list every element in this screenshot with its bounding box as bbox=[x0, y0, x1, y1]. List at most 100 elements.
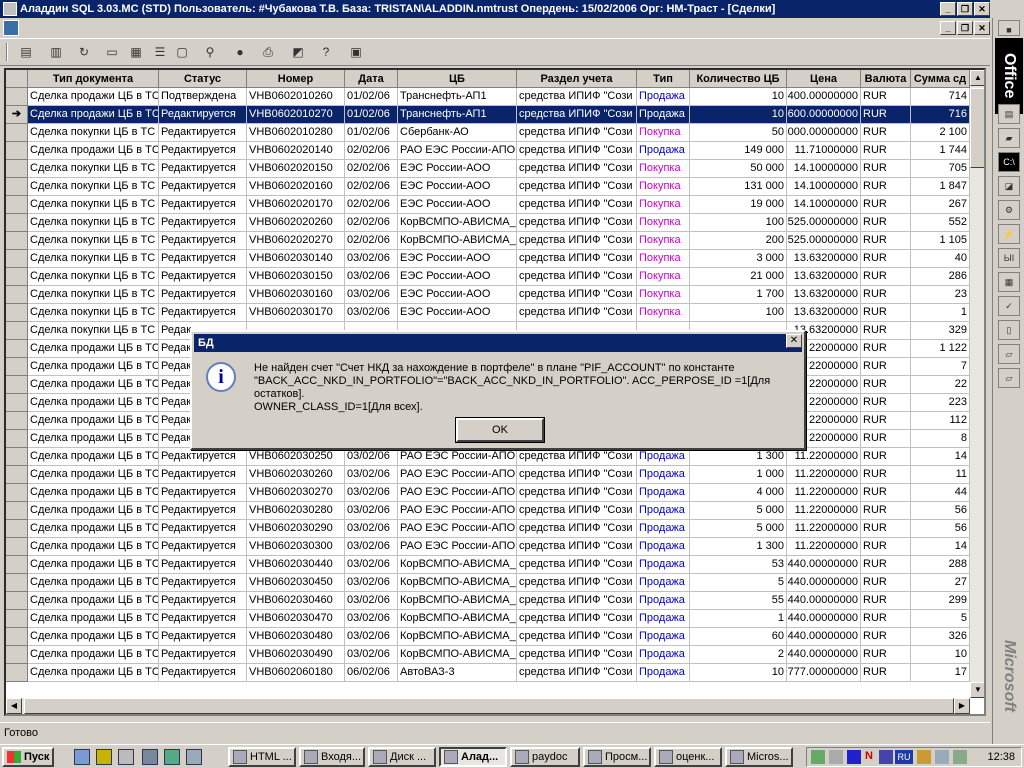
table-row[interactable]: Сделка продажи ЦБ в ТС Редактируется VHB06… bbox=[6, 574, 970, 592]
table-row[interactable]: Сделка продажи ЦБ в ТС Редактируется VHB06… bbox=[6, 538, 970, 556]
table-cell[interactable]: VHB0602030470 bbox=[247, 610, 345, 628]
taskbar-item[interactable]: paydoc bbox=[510, 747, 580, 767]
table-cell[interactable]: Редактируется bbox=[159, 574, 247, 592]
taskbar-item[interactable]: оценк... bbox=[654, 747, 722, 767]
scroll-thumb[interactable] bbox=[970, 88, 984, 168]
column-header[interactable]: Тип документа bbox=[28, 70, 159, 88]
table-cell[interactable]: 1 105 bbox=[911, 232, 970, 250]
table-cell[interactable]: 10 bbox=[690, 88, 787, 106]
row-indicator[interactable] bbox=[6, 538, 28, 556]
table-row[interactable]: Сделка покупки ЦБ в ТС Редактируется VHB06… bbox=[6, 250, 970, 268]
table-cell[interactable]: Продажа bbox=[637, 502, 690, 520]
column-header[interactable]: Дата bbox=[345, 70, 398, 88]
table-cell[interactable]: 13.63200000 bbox=[787, 250, 861, 268]
table-cell[interactable]: RUR bbox=[861, 610, 911, 628]
table-cell[interactable]: 11.22000000 bbox=[787, 502, 861, 520]
table-cell[interactable]: 525.00000000 bbox=[787, 232, 861, 250]
table-row[interactable]: Сделка покупки ЦБ в ТС Редактируется VHB06… bbox=[6, 178, 970, 196]
table-cell[interactable]: средства ИПИФ "Сози bbox=[517, 466, 637, 484]
table-cell[interactable]: Сделка продажи ЦБ в ТС bbox=[28, 106, 159, 124]
table-cell[interactable]: Продажа bbox=[637, 88, 690, 106]
table-cell[interactable]: средства ИПИФ "Сози bbox=[517, 178, 637, 196]
table-cell[interactable]: RUR bbox=[861, 286, 911, 304]
table-cell[interactable]: Продажа bbox=[637, 664, 690, 682]
command-prompt-icon[interactable]: C:\ bbox=[998, 152, 1020, 172]
table-cell[interactable]: 03/02/06 bbox=[345, 538, 398, 556]
table-row[interactable]: Сделка продажи ЦБ в ТС Редактируется VHB06… bbox=[6, 646, 970, 664]
table-cell[interactable]: Сделка продажи ЦБ в ТС bbox=[28, 394, 159, 412]
table-row[interactable]: Сделка продажи ЦБ в ТС Редактируется VHB06… bbox=[6, 520, 970, 538]
table-cell[interactable]: РАО ЕЭС России-АПО bbox=[398, 466, 517, 484]
row-indicator[interactable] bbox=[6, 304, 28, 322]
document-icon[interactable]: ▤ bbox=[16, 42, 36, 62]
table-cell[interactable]: КорВСМПО-АВИСМА_А bbox=[398, 232, 517, 250]
taskbar-item-active[interactable]: Алад... bbox=[439, 747, 507, 767]
table-row[interactable]: Сделка покупки ЦБ в ТС Редактируется VHB06… bbox=[6, 268, 970, 286]
table-cell[interactable]: 02/02/06 bbox=[345, 214, 398, 232]
table-cell[interactable]: 400.00000000 bbox=[787, 88, 861, 106]
vertical-scrollbar[interactable]: ▲ ▼ bbox=[970, 70, 984, 698]
table-cell[interactable]: 1 bbox=[911, 304, 970, 322]
table-cell[interactable]: средства ИПИФ "Сози bbox=[517, 592, 637, 610]
grid-icon[interactable]: ▦ bbox=[126, 42, 146, 62]
table-row[interactable]: Сделка покупки ЦБ в ТС Редактируется VHB06… bbox=[6, 160, 970, 178]
table-cell[interactable]: 02/02/06 bbox=[345, 142, 398, 160]
table-cell[interactable]: Сделка покупки ЦБ в ТС bbox=[28, 322, 159, 340]
table-cell[interactable]: Покупка bbox=[637, 178, 690, 196]
row-indicator[interactable] bbox=[6, 358, 28, 376]
table-cell[interactable]: Транснефть-АП1 bbox=[398, 88, 517, 106]
table-cell[interactable]: Сделка продажи ЦБ в ТС bbox=[28, 448, 159, 466]
table-cell[interactable]: 705 bbox=[911, 160, 970, 178]
table-cell[interactable]: Продажа bbox=[637, 628, 690, 646]
row-indicator[interactable] bbox=[6, 232, 28, 250]
table-cell[interactable]: средства ИПИФ "Сози bbox=[517, 646, 637, 664]
table-cell[interactable]: Редактируется bbox=[159, 484, 247, 502]
tray-monitor-icon[interactable] bbox=[953, 750, 967, 764]
table-cell[interactable]: 267 bbox=[911, 196, 970, 214]
table-cell[interactable]: 777.00000000 bbox=[787, 664, 861, 682]
table-cell[interactable]: 2 bbox=[690, 646, 787, 664]
row-indicator[interactable] bbox=[6, 556, 28, 574]
access-icon[interactable]: ◪ bbox=[998, 176, 1020, 196]
table-cell[interactable]: VHB0602020170 bbox=[247, 196, 345, 214]
table-cell[interactable]: 8 bbox=[911, 430, 970, 448]
table-cell[interactable]: VHB0602030270 bbox=[247, 484, 345, 502]
table-cell[interactable]: Редактируется bbox=[159, 556, 247, 574]
row-indicator[interactable] bbox=[6, 412, 28, 430]
table-cell[interactable]: Сделка продажи ЦБ в ТС bbox=[28, 538, 159, 556]
table-cell[interactable]: ЕЭС России-АОО bbox=[398, 268, 517, 286]
column-header[interactable]: Сумма сд bbox=[911, 70, 970, 88]
explorer-icon[interactable] bbox=[164, 749, 180, 765]
table-cell[interactable]: РАО ЕЭС России-АПО bbox=[398, 142, 517, 160]
table-cell[interactable]: средства ИПИФ "Сози bbox=[517, 484, 637, 502]
table-cell[interactable]: средства ИПИФ "Сози bbox=[517, 574, 637, 592]
column-header[interactable]: Раздел учета bbox=[517, 70, 637, 88]
row-indicator[interactable] bbox=[6, 664, 28, 682]
table-cell[interactable]: Покупка bbox=[637, 196, 690, 214]
table-cell[interactable]: RUR bbox=[861, 502, 911, 520]
table-cell[interactable]: Продажа bbox=[637, 142, 690, 160]
table-cell[interactable]: VHB0602030160 bbox=[247, 286, 345, 304]
taskbar-item[interactable]: Диск ... bbox=[368, 747, 436, 767]
table-cell[interactable]: Редактируется bbox=[159, 214, 247, 232]
table-row[interactable]: Сделка продажи ЦБ в ТС Подтверждена VHB060… bbox=[6, 88, 970, 106]
table-cell[interactable]: 11.22000000 bbox=[787, 466, 861, 484]
table-cell[interactable]: средства ИПИФ "Сози bbox=[517, 250, 637, 268]
row-indicator[interactable] bbox=[6, 124, 28, 142]
table-cell[interactable]: Сделка покупки ЦБ в ТС bbox=[28, 304, 159, 322]
table-cell[interactable]: 50 000 bbox=[690, 160, 787, 178]
row-indicator[interactable] bbox=[6, 502, 28, 520]
table-row[interactable]: Сделка продажи ЦБ в ТС Редактируется VHB06… bbox=[6, 556, 970, 574]
table-cell[interactable]: 5 000 bbox=[690, 502, 787, 520]
table-cell[interactable]: 03/02/06 bbox=[345, 484, 398, 502]
table-cell[interactable]: 5 bbox=[911, 610, 970, 628]
table-cell[interactable]: средства ИПИФ "Сози bbox=[517, 106, 637, 124]
search-icon[interactable] bbox=[118, 749, 134, 765]
table-cell[interactable]: Сделка продажи ЦБ в ТС bbox=[28, 646, 159, 664]
row-indicator[interactable] bbox=[6, 142, 28, 160]
outlook-icon[interactable] bbox=[96, 749, 112, 765]
table-cell[interactable]: 4 000 bbox=[690, 484, 787, 502]
table-cell[interactable]: Редактируется bbox=[159, 538, 247, 556]
tools-icon[interactable]: ⚙ bbox=[998, 200, 1020, 220]
taskbar-item[interactable]: Входя... bbox=[299, 747, 365, 767]
